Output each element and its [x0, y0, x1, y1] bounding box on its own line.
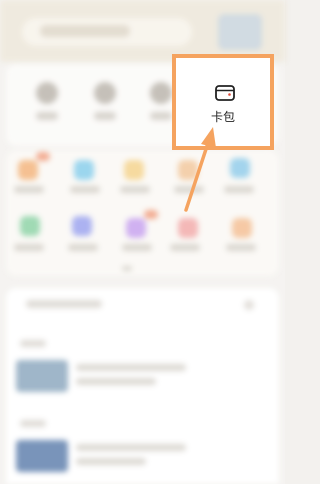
- wallet-label: 卡包: [210, 110, 235, 124]
- wallet-icon: [215, 85, 235, 101]
- wallet-highlight-box[interactable]: 卡包: [172, 54, 274, 150]
